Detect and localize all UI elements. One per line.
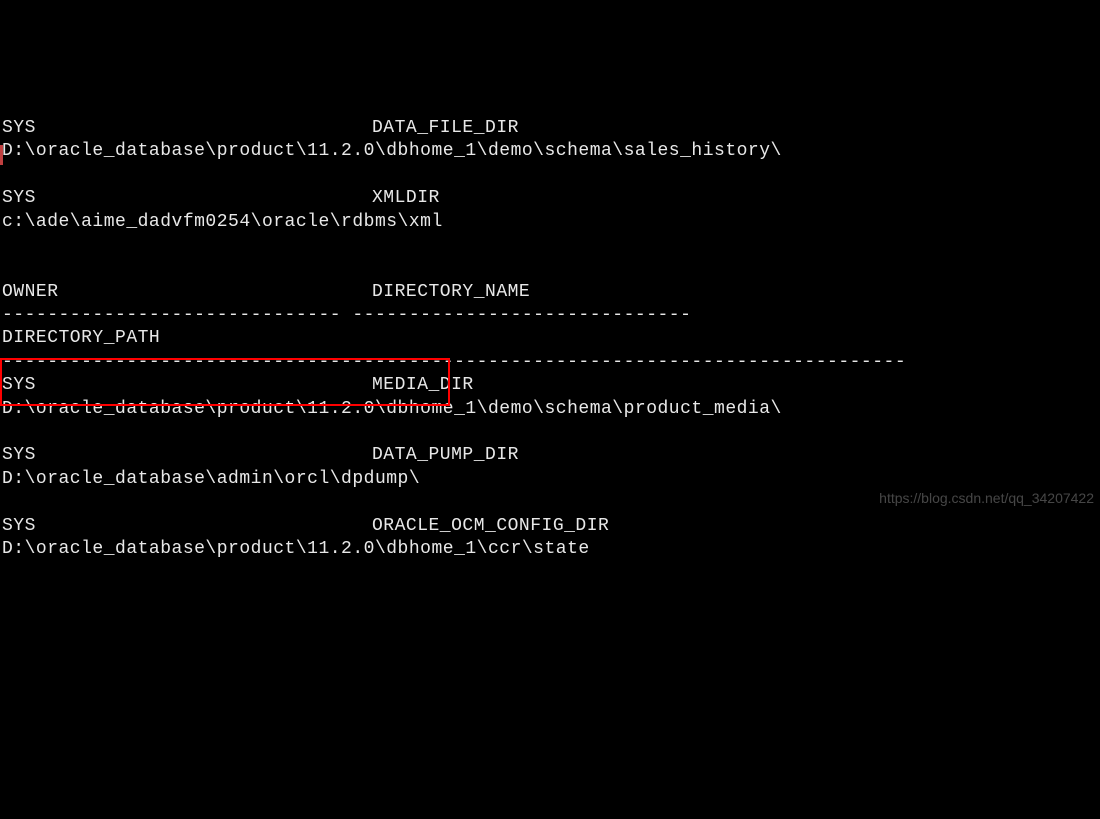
directory-path-value: D:\oracle_database\product\11.2.0\dbhome…: [2, 539, 590, 559]
divider-line: ----------------------------------------…: [2, 352, 906, 372]
output-line: SYSDATA_PUMP_DIR: [2, 445, 519, 465]
directory-path-value: D:\oracle_database\product\11.2.0\dbhome…: [2, 141, 782, 161]
output-line: SYSMEDIA_DIR: [2, 375, 474, 395]
watermark-text: https://blog.csdn.net/qq_34207422: [879, 489, 1094, 507]
directory-name-value: DATA_FILE_DIR: [372, 118, 519, 138]
directory-path-header: DIRECTORY_PATH: [2, 328, 160, 348]
directory-name-header: DIRECTORY_NAME: [372, 282, 530, 302]
owner-value: SYS: [2, 374, 372, 397]
directory-name-value: XMLDIR: [372, 188, 440, 208]
directory-name-value: DATA_PUMP_DIR: [372, 445, 519, 465]
owner-header: OWNER: [2, 281, 372, 304]
owner-value: SYS: [2, 444, 372, 467]
owner-value: SYS: [2, 187, 372, 210]
header-line: OWNERDIRECTORY_NAME: [2, 282, 530, 302]
directory-path-value: D:\oracle_database\admin\orcl\dpdump\: [2, 469, 420, 489]
output-line: SYSDATA_FILE_DIR: [2, 118, 519, 138]
directory-name-value: ORACLE_OCM_CONFIG_DIR: [372, 516, 609, 536]
left-marker: [0, 145, 3, 165]
directory-path-value: D:\oracle_database\product\11.2.0\dbhome…: [2, 399, 782, 419]
directory-name-value: MEDIA_DIR: [372, 375, 474, 395]
output-line: SYSXMLDIR: [2, 188, 440, 208]
owner-value: SYS: [2, 515, 372, 538]
divider-line: ------------------------------ ---------…: [2, 305, 691, 325]
directory-path-value: c:\ade\aime_dadvfm0254\oracle\rdbms\xml: [2, 212, 443, 232]
output-line: SYSORACLE_OCM_CONFIG_DIR: [2, 516, 609, 536]
owner-value: SYS: [2, 117, 372, 140]
